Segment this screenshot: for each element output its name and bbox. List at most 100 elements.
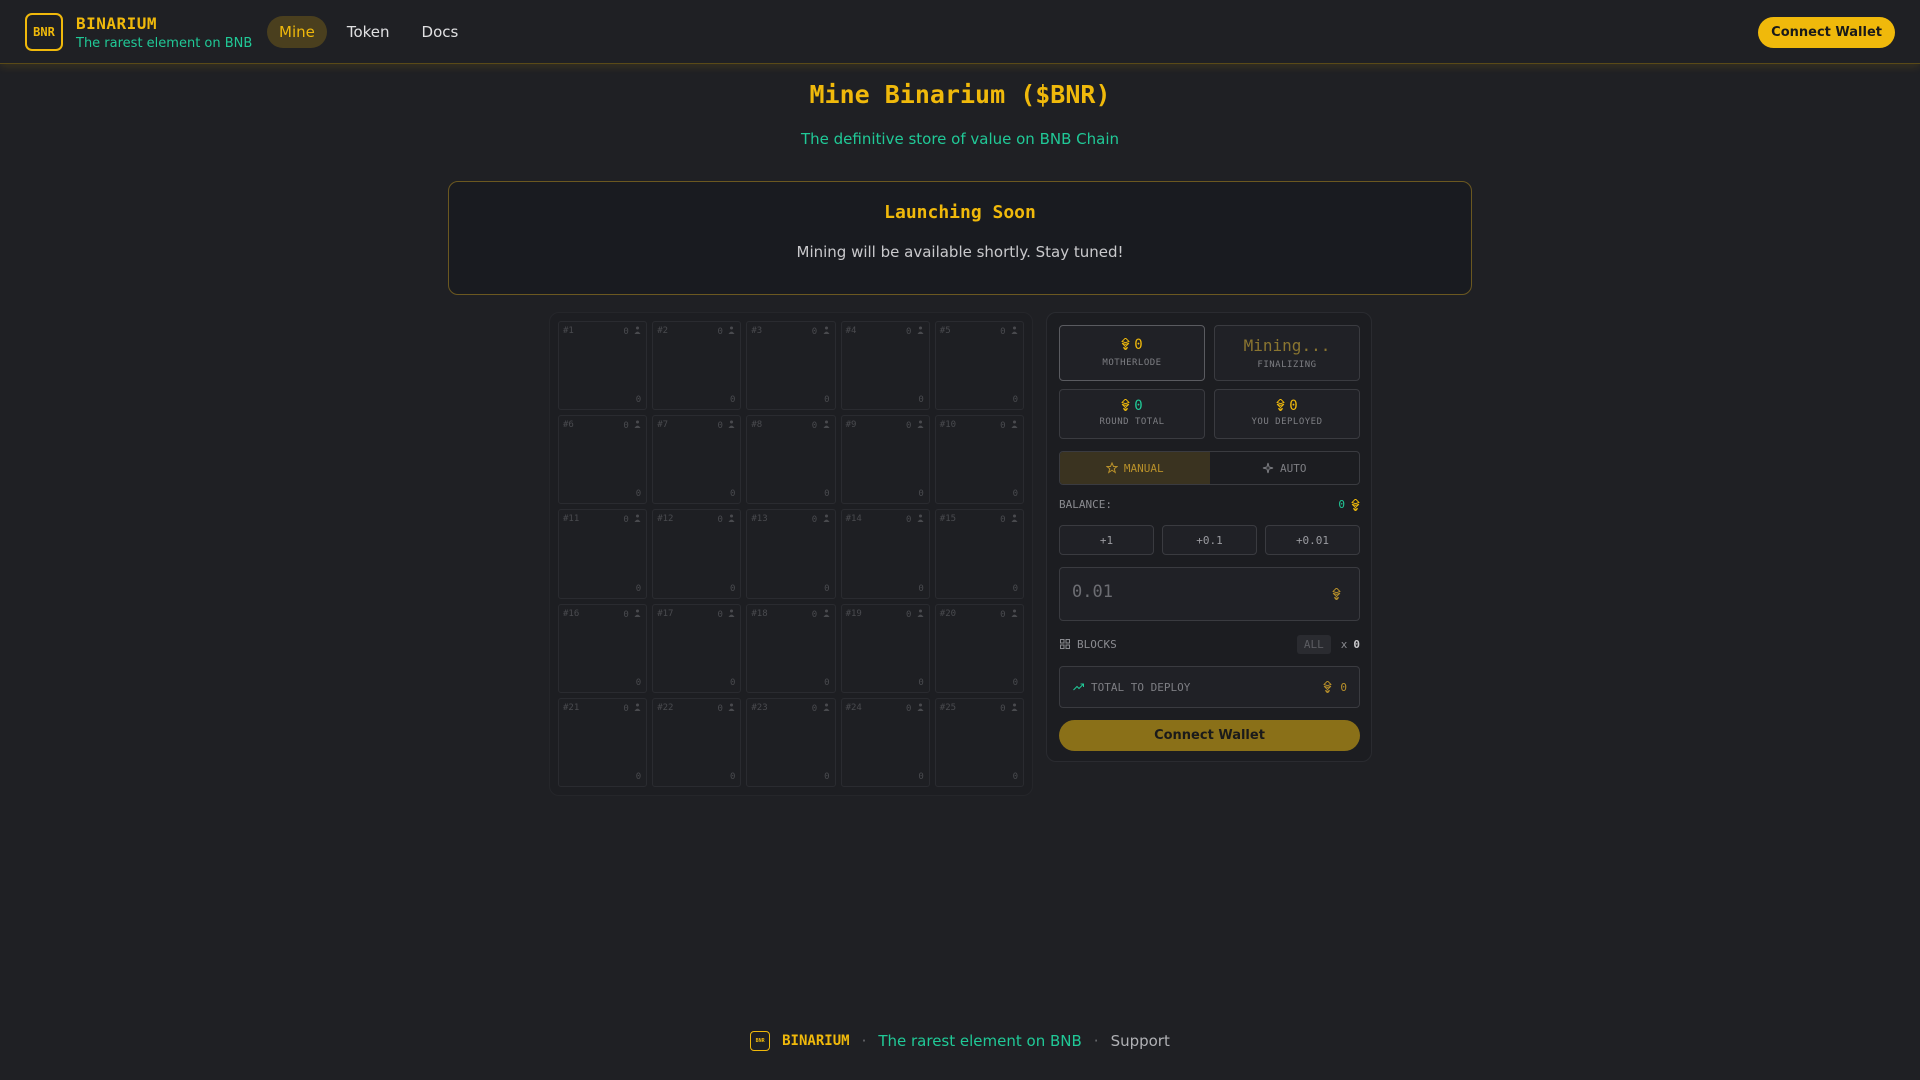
block-miner-count: 0 xyxy=(811,327,818,337)
mode-auto-label: AUTO xyxy=(1280,461,1307,475)
block-number: #8 xyxy=(751,420,763,431)
grid-block-cell[interactable]: #11 0 0 xyxy=(558,509,648,599)
footer-brand: BINARIUM xyxy=(782,1033,850,1049)
user-icon xyxy=(917,326,924,334)
grid-block-cell[interactable]: #21 0 0 xyxy=(558,697,648,787)
block-miner-count: 0 xyxy=(811,609,818,620)
user-icon xyxy=(1011,609,1018,617)
user-icon xyxy=(1011,326,1018,334)
grid-block-cell[interactable]: #3 0 0 xyxy=(746,321,836,411)
brand-logo[interactable]: BNR xyxy=(25,13,63,51)
block-value: 0 xyxy=(729,677,736,688)
grid-block-cell[interactable]: #19 0 0 xyxy=(840,603,930,693)
block-value: 0 xyxy=(1012,395,1018,406)
footer-support-link[interactable]: Support xyxy=(1111,1032,1170,1050)
block-value: 0 xyxy=(918,771,924,782)
grid-block-cell[interactable]: #4 0 0 xyxy=(840,321,930,411)
grid-block-cell[interactable]: #15 0 0 xyxy=(934,509,1024,599)
page-title: Mine Binarium ($BNR) xyxy=(809,80,1111,109)
bnb-icon xyxy=(1276,399,1285,411)
grid-block-cell[interactable]: #5 0 0 xyxy=(934,321,1024,411)
block-value: 0 xyxy=(918,583,924,594)
balance-value: 0 xyxy=(1338,498,1345,511)
nav-item-token[interactable]: Token xyxy=(335,16,402,48)
blocks-row: BLOCKS ALL x 0 xyxy=(1059,634,1360,654)
block-number: #23 xyxy=(751,702,768,713)
user-icon xyxy=(728,326,735,334)
block-miners: 0 xyxy=(906,326,924,337)
grid-block-cell[interactable]: #20 0 0 xyxy=(934,603,1024,693)
sparkle-icon xyxy=(1262,462,1274,474)
user-icon xyxy=(823,609,830,617)
total-to-deploy: TOTAL TO DEPLOY 0 xyxy=(1059,666,1360,708)
nav-item-mine[interactable]: Mine xyxy=(267,16,327,48)
balance-row: BALANCE: 0 xyxy=(1059,498,1360,511)
connect-wallet-deploy-button[interactable]: Connect Wallet xyxy=(1059,720,1360,751)
grid-block-cell[interactable]: #13 0 0 xyxy=(746,509,836,599)
connect-wallet-button[interactable]: Connect Wallet xyxy=(1758,17,1895,48)
mode-auto-tab[interactable]: AUTO xyxy=(1210,452,1360,484)
block-number: #19 xyxy=(845,608,862,619)
select-all-blocks-button[interactable]: ALL xyxy=(1296,634,1331,654)
brand-name: BINARIUM xyxy=(76,14,158,33)
block-miner-count: 0 xyxy=(623,609,629,620)
block-number: #25 xyxy=(939,702,957,713)
block-number: #22 xyxy=(657,702,674,713)
grid-block-cell[interactable]: #14 0 0 xyxy=(840,509,930,599)
grid-block-cell[interactable]: #9 0 0 xyxy=(840,415,930,505)
increment-plus-1-button[interactable]: +1 xyxy=(1059,525,1154,555)
block-miner-count: 0 xyxy=(1000,609,1006,620)
block-value: 0 xyxy=(918,489,924,500)
amount-input[interactable] xyxy=(1072,582,1312,602)
grid-block-cell[interactable]: #16 0 0 xyxy=(558,603,648,693)
block-miner-count: 0 xyxy=(623,327,629,337)
grid-block-cell[interactable]: #18 0 0 xyxy=(746,603,836,693)
block-value: 0 xyxy=(635,771,642,782)
grid-block-cell[interactable]: #7 0 0 xyxy=(652,415,742,505)
user-icon xyxy=(634,420,641,429)
increment-plus-0.1-button[interactable]: +0.1 xyxy=(1162,525,1257,555)
block-miners: 0 xyxy=(906,514,924,525)
block-miner-count: 0 xyxy=(717,515,723,526)
user-icon xyxy=(1011,514,1018,523)
grid-block-cell[interactable]: #17 0 0 xyxy=(652,603,742,693)
grid-block-cell[interactable]: #10 0 0 xyxy=(934,415,1024,505)
block-value: 0 xyxy=(1012,583,1018,594)
block-value: 0 xyxy=(729,395,736,406)
grid-block-cell[interactable]: #22 0 0 xyxy=(652,697,742,787)
block-value: 0 xyxy=(635,677,642,688)
grid-block-cell[interactable]: #25 0 0 xyxy=(934,697,1024,787)
mode-manual-tab[interactable]: MANUAL xyxy=(1060,452,1210,484)
block-value: 0 xyxy=(824,489,830,500)
blocks-count: 0 xyxy=(1353,637,1360,651)
footer-tagline: The rarest element on BNB xyxy=(878,1032,1082,1050)
mining-block-grid: #1 0 0 #2 0 0 #3 0 0 #4 0 0 #5 0 0 #6 0 0 #7 0 0 #8 0 0… xyxy=(549,312,1033,796)
increment-plus-0.01-button[interactable]: +0.01 xyxy=(1265,525,1360,555)
mode-manual-label: MANUAL xyxy=(1123,461,1164,475)
block-number: #5 xyxy=(939,326,951,336)
motherlode-value: 0 xyxy=(1134,337,1143,353)
block-value: 0 xyxy=(824,395,830,406)
grid-block-cell[interactable]: #12 0 0 xyxy=(652,509,742,599)
block-value: 0 xyxy=(918,677,924,688)
bnb-icon xyxy=(1323,681,1332,693)
nav-item-docs[interactable]: Docs xyxy=(410,16,471,48)
grid-block-cell[interactable]: #8 0 0 xyxy=(746,415,836,505)
user-icon xyxy=(823,420,830,429)
block-miner-count: 0 xyxy=(905,421,912,432)
user-icon xyxy=(917,514,924,523)
grid-block-cell[interactable]: #6 0 0 xyxy=(558,415,648,505)
grid-block-cell[interactable]: #23 0 0 xyxy=(746,697,836,787)
grid-block-cell[interactable]: #24 0 0 xyxy=(840,697,930,787)
block-miners: 0 xyxy=(906,420,924,431)
block-miner-count: 0 xyxy=(811,421,818,432)
block-miners: 0 xyxy=(812,326,830,337)
block-value: 0 xyxy=(729,489,736,500)
total-value: 0 xyxy=(1340,680,1347,694)
block-number: #17 xyxy=(657,608,674,619)
grid-block-cell[interactable]: #1 0 0 xyxy=(558,321,648,411)
user-icon xyxy=(1011,420,1018,429)
block-number: #15 xyxy=(939,514,957,525)
grid-block-cell[interactable]: #2 0 0 xyxy=(652,321,742,411)
block-miners: 0 xyxy=(623,703,641,714)
